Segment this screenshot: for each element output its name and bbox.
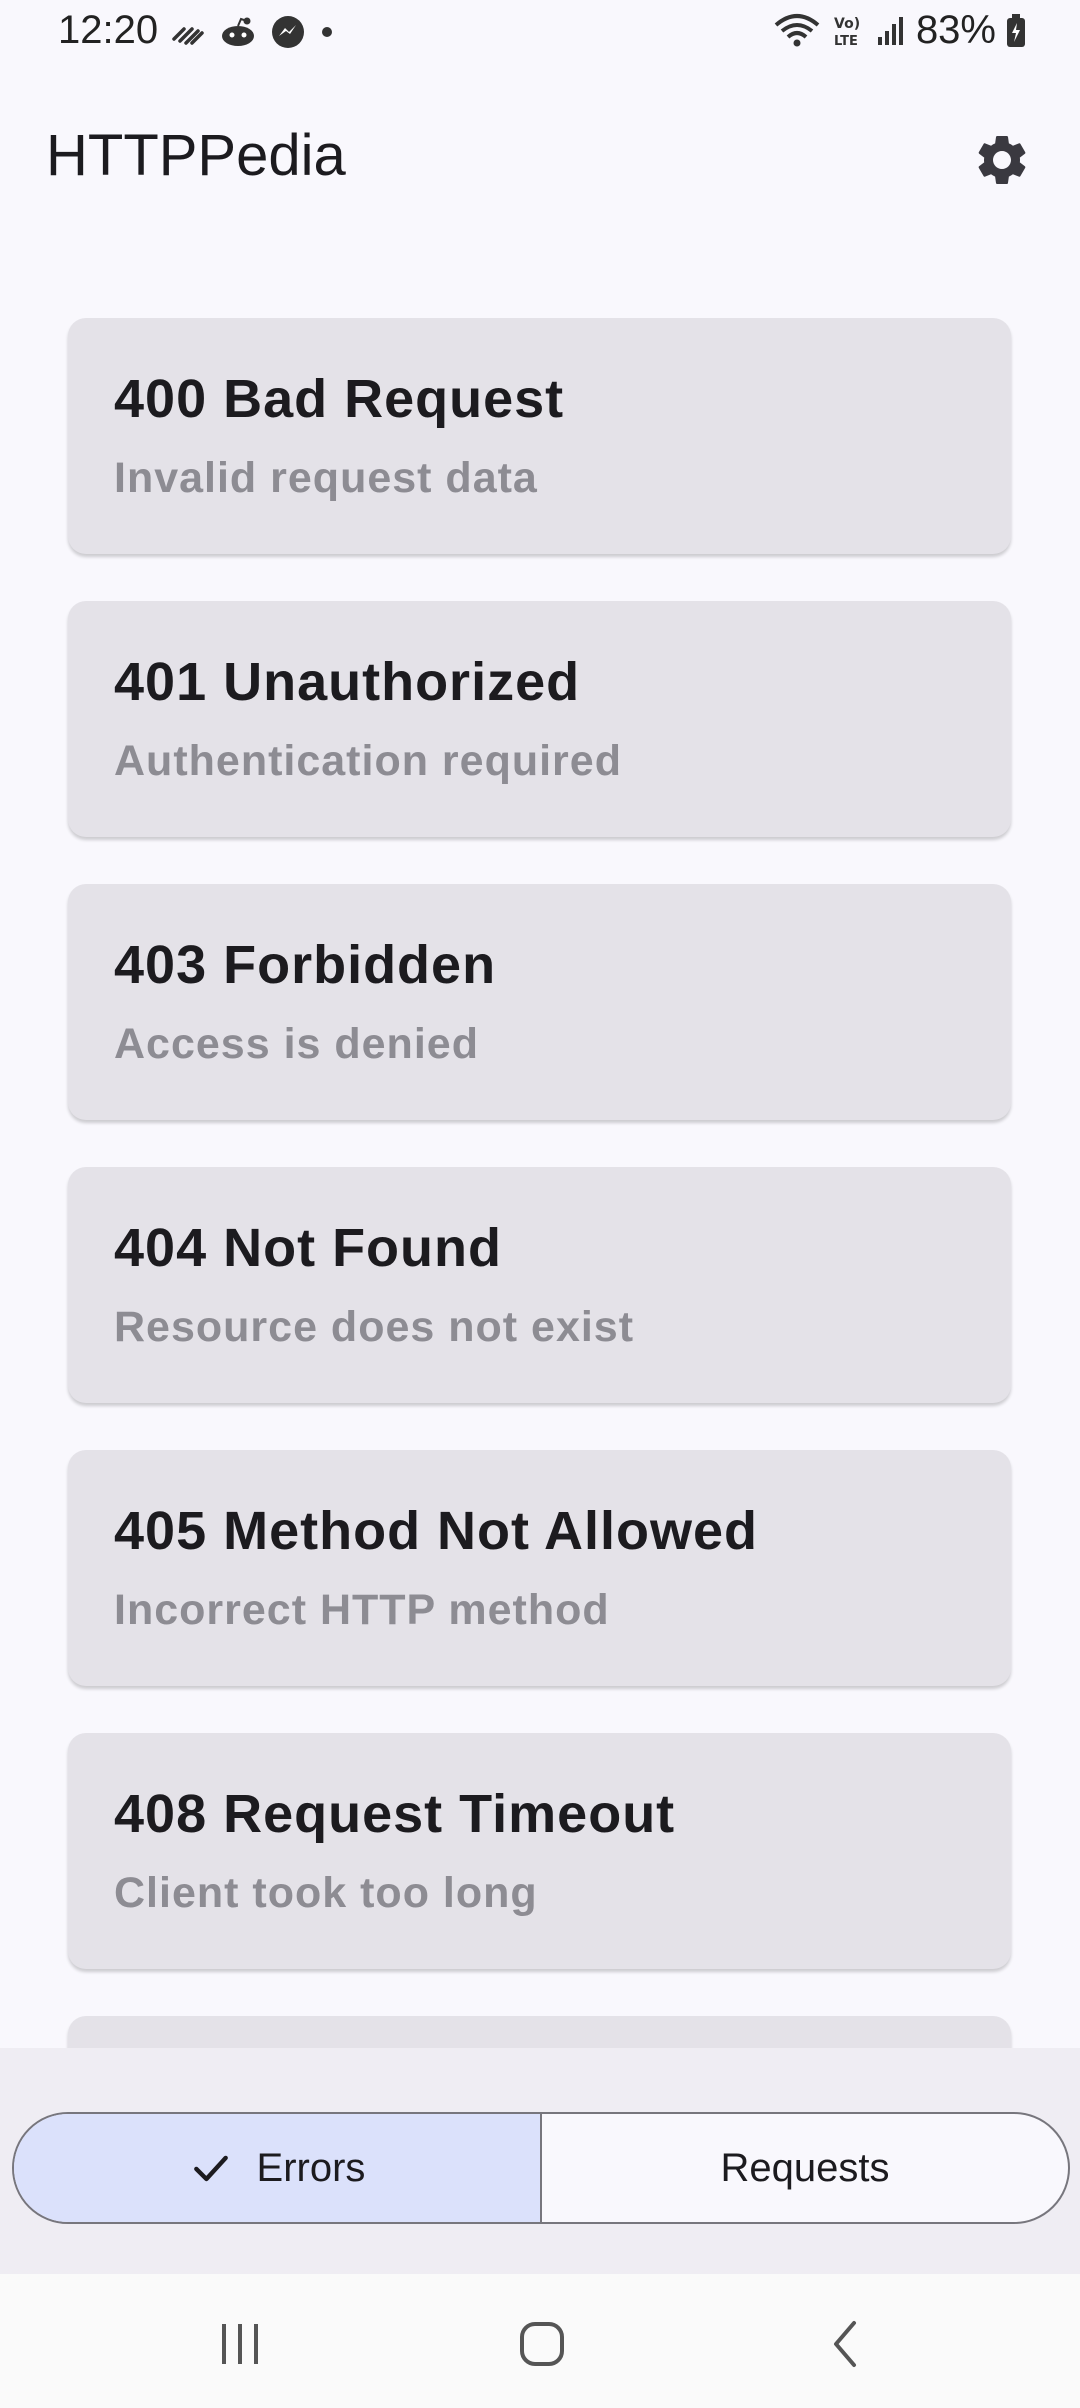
category-segmented-control: Errors Requests (12, 2112, 1070, 2224)
card-subtitle: Incorrect HTTP method (114, 1586, 610, 1634)
bottom-bar: Errors Requests (0, 2048, 1080, 2274)
requests-segment-button[interactable]: Requests (542, 2114, 1068, 2222)
card-subtitle: Authentication required (114, 737, 622, 785)
card-title: 404 Not Found (114, 1218, 502, 1278)
back-button[interactable] (806, 2304, 886, 2384)
card-title: 405 Method Not Allowed (114, 1501, 759, 1561)
errors-segment-button[interactable]: Errors (14, 2114, 542, 2222)
status-card-partial[interactable] (68, 2016, 1011, 2048)
status-card-404[interactable]: 404 Not Found Resource does not exist (68, 1167, 1011, 1403)
status-code-list[interactable]: 400 Bad Request Invalid request data 401… (0, 0, 1080, 2048)
status-card-408[interactable]: 408 Request Timeout Client took too long (68, 1733, 1011, 1969)
gear-icon (978, 136, 1026, 184)
app-title: HTTPPedia (46, 123, 346, 188)
check-icon (193, 2155, 228, 2182)
home-icon (520, 2322, 564, 2366)
settings-button[interactable] (972, 130, 1032, 190)
card-title: 401 Unauthorized (114, 652, 581, 712)
home-button[interactable] (502, 2304, 582, 2384)
card-subtitle: Client took too long (114, 1869, 538, 1917)
card-title: 403 Forbidden (114, 935, 497, 995)
card-title: 408 Request Timeout (114, 1784, 676, 1844)
back-icon (834, 2321, 856, 2367)
requests-label: Requests (720, 2145, 890, 2190)
status-card-405[interactable]: 405 Method Not Allowed Incorrect HTTP me… (68, 1450, 1011, 1686)
errors-label: Errors (256, 2145, 366, 2190)
recent-apps-icon (222, 2324, 258, 2364)
recent-apps-button[interactable] (200, 2304, 280, 2384)
card-subtitle: Access is denied (114, 1020, 479, 1068)
card-subtitle: Resource does not exist (114, 1303, 635, 1351)
card-subtitle: Invalid request data (114, 454, 538, 502)
card-title: 400 Bad Request (114, 369, 565, 429)
status-card-400[interactable]: 400 Bad Request Invalid request data (68, 318, 1011, 554)
system-navigation-bar (0, 2274, 1080, 2408)
status-card-401[interactable]: 401 Unauthorized Authentication required (68, 601, 1011, 837)
status-card-403[interactable]: 403 Forbidden Access is denied (68, 884, 1011, 1120)
